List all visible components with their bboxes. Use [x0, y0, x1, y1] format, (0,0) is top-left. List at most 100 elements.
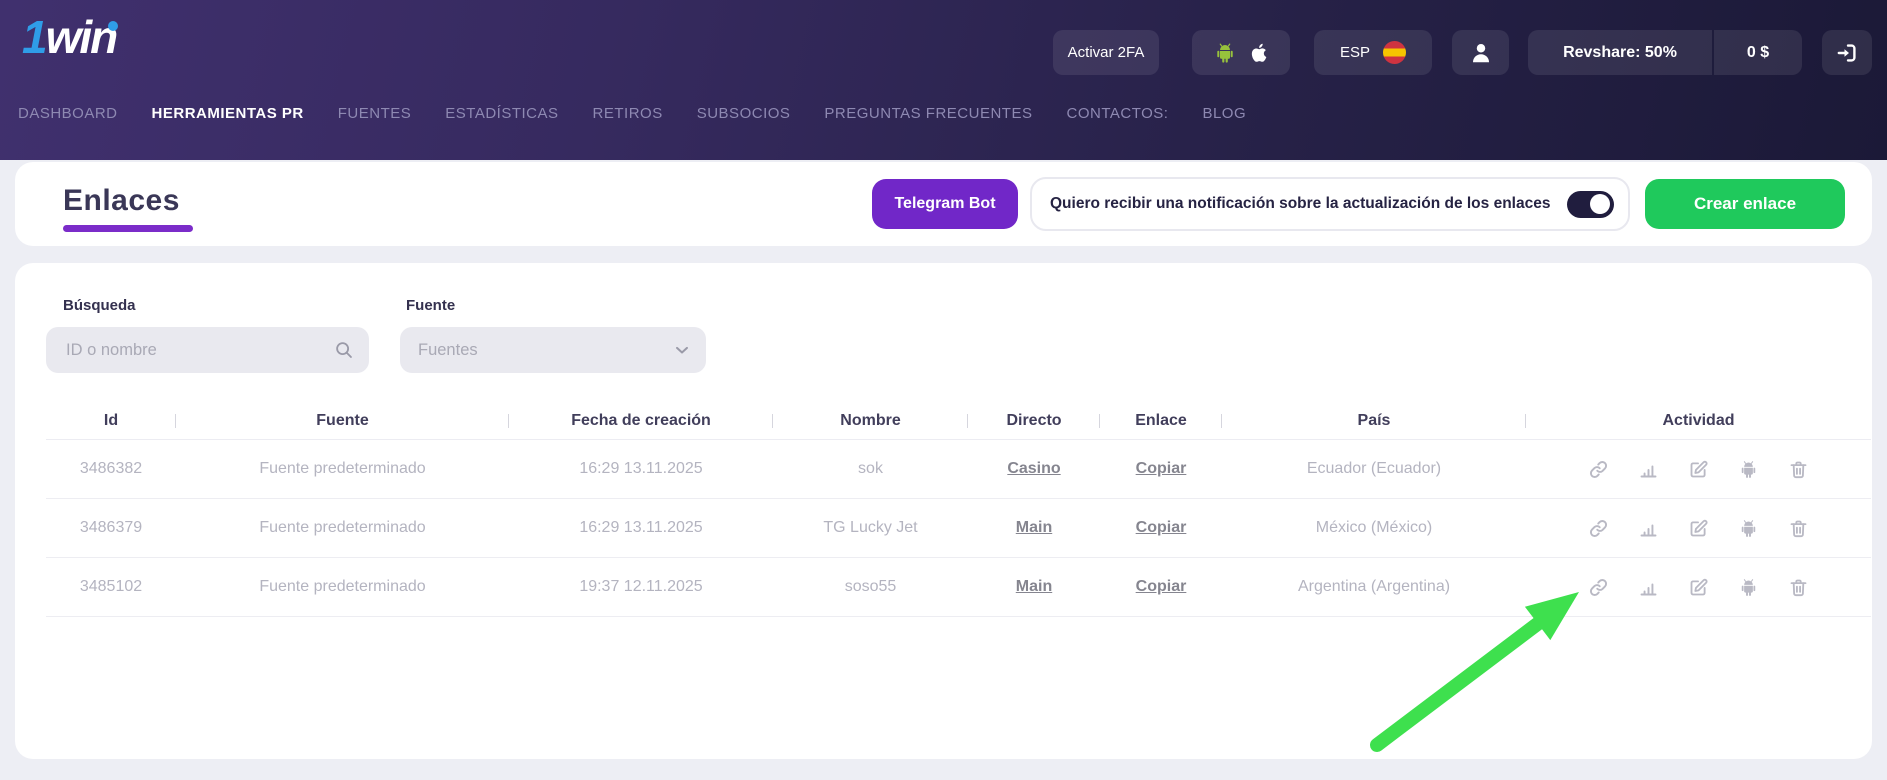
cell-fuente: Fuente predeterminado	[176, 519, 509, 537]
delete-icon[interactable]	[1788, 518, 1809, 539]
stats-icon[interactable]	[1638, 577, 1659, 598]
nav-item-preguntas-frecuentes[interactable]: PREGUNTAS FRECUENTES	[824, 105, 1032, 122]
search-icon	[333, 339, 355, 361]
cell-nombre: sok	[773, 460, 968, 478]
cell-nombre: soso55	[773, 578, 968, 596]
notification-setting: Quiero recibir una notificación sobre la…	[1030, 177, 1630, 231]
delete-icon[interactable]	[1788, 459, 1809, 480]
main-nav: DASHBOARD HERRAMIENTAS PR FUENTES ESTADÍ…	[18, 105, 1246, 122]
links-table-card: Búsqueda Fuente Fuentes Id Fuente Fech	[15, 263, 1872, 759]
toggle-knob	[1590, 194, 1610, 214]
table-row: 3486379 Fuente predeterminado 16:29 13.1…	[46, 499, 1871, 558]
cell-id: 3486379	[46, 519, 176, 537]
edit-icon[interactable]	[1688, 518, 1709, 539]
col-header-enlace: Enlace	[1100, 412, 1222, 430]
android-icon	[1213, 41, 1237, 65]
cell-id: 3485102	[46, 578, 176, 596]
nav-item-fuentes[interactable]: FUENTES	[338, 105, 412, 122]
app-stores-button[interactable]	[1192, 30, 1290, 75]
logo-text: win	[46, 11, 117, 63]
android-icon[interactable]	[1738, 577, 1759, 598]
nav-item-herramientas-pr[interactable]: HERRAMIENTAS PR	[152, 105, 304, 122]
stats-icon[interactable]	[1638, 518, 1659, 539]
link-icon[interactable]	[1588, 577, 1609, 598]
cell-fuente: Fuente predeterminado	[176, 460, 509, 478]
source-label: Fuente	[406, 297, 455, 314]
cell-pais: Ecuador (Ecuador)	[1222, 460, 1526, 478]
col-header-actividad: Actividad	[1526, 412, 1871, 430]
cell-fecha: 16:29 13.11.2025	[509, 460, 773, 478]
spain-flag-icon	[1383, 41, 1406, 64]
col-header-nombre: Nombre	[773, 412, 968, 430]
nav-item-contactos[interactable]: CONTACTOS:	[1066, 105, 1168, 122]
telegram-bot-button[interactable]: Telegram Bot	[872, 179, 1018, 229]
revshare-label: Revshare: 50%	[1563, 44, 1677, 62]
cell-fecha: 19:37 12.11.2025	[509, 578, 773, 596]
balance-label: 0 $	[1747, 44, 1769, 62]
nav-item-blog[interactable]: BLOG	[1202, 105, 1246, 122]
balance-badge[interactable]: 0 $	[1714, 30, 1802, 75]
activate-2fa-button[interactable]: Activar 2FA	[1053, 30, 1159, 75]
search-input[interactable]	[64, 340, 333, 361]
create-link-button[interactable]: Crear enlace	[1645, 179, 1845, 229]
nav-item-dashboard[interactable]: DASHBOARD	[18, 105, 118, 122]
cell-fuente: Fuente predeterminado	[176, 578, 509, 596]
cell-nombre: TG Lucky Jet	[773, 519, 968, 537]
nav-item-estadisticas[interactable]: ESTADÍSTICAS	[445, 105, 558, 122]
copy-link[interactable]: Copiar	[1136, 460, 1187, 477]
logout-icon	[1835, 41, 1859, 65]
source-select[interactable]: Fuentes	[400, 327, 706, 373]
table-row: 3486382 Fuente predeterminado 16:29 13.1…	[46, 440, 1871, 499]
chevron-down-icon	[672, 340, 692, 360]
link-icon[interactable]	[1588, 459, 1609, 480]
revshare-badge[interactable]: Revshare: 50%	[1528, 30, 1712, 75]
profile-button[interactable]	[1452, 30, 1509, 75]
direct-link[interactable]: Casino	[1007, 460, 1060, 477]
nav-item-retiros[interactable]: RETIROS	[593, 105, 663, 122]
notification-label: Quiero recibir una notificación sobre la…	[1050, 195, 1550, 213]
logo-digit: 1	[22, 11, 46, 63]
apple-icon	[1248, 41, 1270, 65]
android-icon[interactable]	[1738, 518, 1759, 539]
col-header-fuente: Fuente	[176, 412, 509, 430]
link-icon[interactable]	[1588, 518, 1609, 539]
col-header-directo: Directo	[968, 412, 1100, 430]
logo[interactable]: 1win	[22, 12, 116, 63]
edit-icon[interactable]	[1688, 577, 1709, 598]
cell-fecha: 16:29 13.11.2025	[509, 519, 773, 537]
direct-link[interactable]: Main	[1016, 578, 1052, 595]
activate-2fa-label: Activar 2FA	[1068, 44, 1145, 61]
user-icon	[1468, 40, 1494, 66]
cell-pais: México (México)	[1222, 519, 1526, 537]
cell-actions	[1526, 459, 1871, 480]
search-field	[46, 327, 369, 373]
logo-dot	[108, 21, 118, 31]
links-header-card: Enlaces Telegram Bot Quiero recibir una …	[15, 162, 1872, 246]
page: 1win Activar 2FA	[0, 0, 1887, 780]
table-header-row: Id Fuente Fecha de creación Nombre Direc…	[46, 403, 1871, 440]
search-label: Búsqueda	[63, 297, 136, 314]
cell-actions	[1526, 518, 1871, 539]
source-select-value: Fuentes	[418, 341, 672, 360]
language-selector[interactable]: ESP	[1314, 30, 1432, 75]
cell-actions	[1526, 577, 1871, 598]
table-row: 3485102 Fuente predeterminado 19:37 12.1…	[46, 558, 1871, 617]
notification-toggle[interactable]	[1567, 191, 1614, 218]
col-header-pais: País	[1222, 412, 1526, 430]
links-table: Id Fuente Fecha de creación Nombre Direc…	[46, 403, 1871, 617]
title-underline	[63, 225, 193, 232]
cell-pais: Argentina (Argentina)	[1222, 578, 1526, 596]
page-title: Enlaces	[63, 184, 180, 218]
logout-button[interactable]	[1822, 30, 1872, 75]
edit-icon[interactable]	[1688, 459, 1709, 480]
cell-id: 3486382	[46, 460, 176, 478]
direct-link[interactable]: Main	[1016, 519, 1052, 536]
copy-link[interactable]: Copiar	[1136, 578, 1187, 595]
delete-icon[interactable]	[1788, 577, 1809, 598]
android-icon[interactable]	[1738, 459, 1759, 480]
nav-item-subsocios[interactable]: SUBSOCIOS	[697, 105, 791, 122]
stats-icon[interactable]	[1638, 459, 1659, 480]
copy-link[interactable]: Copiar	[1136, 519, 1187, 536]
language-code: ESP	[1340, 44, 1370, 61]
col-header-id: Id	[46, 412, 176, 430]
